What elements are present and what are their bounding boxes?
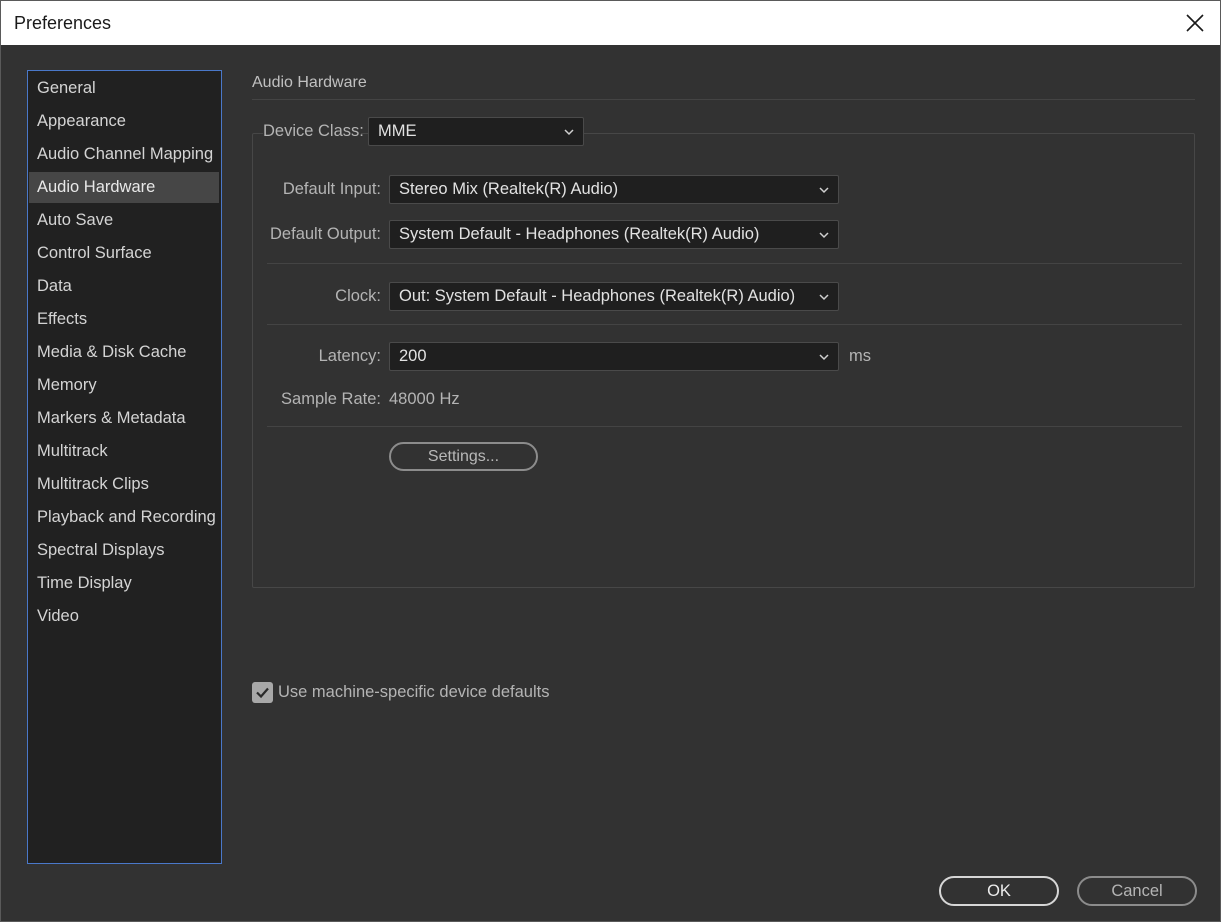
chevron-down-icon <box>819 187 829 194</box>
window-title: Preferences <box>14 13 112 33</box>
chevron-down-icon <box>564 129 574 136</box>
chevron-down-icon <box>819 232 829 239</box>
preferences-window: Preferences General Appearance Audio Cha… <box>0 0 1221 922</box>
device-class-value: MME <box>378 122 417 140</box>
sidebar-item-multitrack-clips[interactable]: Multitrack Clips <box>29 469 219 500</box>
close-button[interactable] <box>1180 9 1210 37</box>
sidebar-item-markers-metadata[interactable]: Markers & Metadata <box>29 403 219 434</box>
sidebar-item-media-disk-cache[interactable]: Media & Disk Cache <box>29 337 219 368</box>
close-icon <box>1186 14 1204 32</box>
sample-rate-label: Sample Rate: <box>281 390 381 408</box>
default-output-value: System Default - Headphones (Realtek(R) … <box>399 225 760 243</box>
latency-label: Latency: <box>318 347 381 365</box>
cancel-button[interactable]: Cancel <box>1077 876 1197 906</box>
sidebar-item-audio-channel-mapping[interactable]: Audio Channel Mapping <box>29 139 219 170</box>
default-input-value: Stereo Mix (Realtek(R) Audio) <box>399 180 619 198</box>
divider <box>267 426 1182 427</box>
sidebar-item-data[interactable]: Data <box>29 271 219 302</box>
default-output-label: Default Output: <box>270 225 381 243</box>
sidebar-item-audio-hardware[interactable]: Audio Hardware <box>29 172 219 203</box>
latency-unit: ms <box>849 347 871 365</box>
latency-dropdown[interactable]: 200 <box>389 342 839 371</box>
divider <box>267 324 1182 325</box>
sidebar-item-appearance[interactable]: Appearance <box>29 106 219 137</box>
sample-rate-value: 48000 Hz <box>389 390 460 408</box>
latency-value: 200 <box>399 347 427 365</box>
sidebar-item-playback-recording[interactable]: Playback and Recording <box>29 502 219 533</box>
sidebar-item-control-surface[interactable]: Control Surface <box>29 238 219 269</box>
default-input-label: Default Input: <box>282 180 381 198</box>
sidebar-item-spectral-displays[interactable]: Spectral Displays <box>29 535 219 566</box>
sidebar-item-video[interactable]: Video <box>29 601 219 632</box>
chevron-down-icon <box>819 294 829 301</box>
machine-defaults-label[interactable]: Use machine-specific device defaults <box>278 683 549 702</box>
device-class-dropdown[interactable]: MME <box>368 117 584 146</box>
sidebar-item-time-display[interactable]: Time Display <box>29 568 219 599</box>
sidebar-item-effects[interactable]: Effects <box>29 304 219 335</box>
sidebar-item-memory[interactable]: Memory <box>29 370 219 401</box>
category-list[interactable]: General Appearance Audio Channel Mapping… <box>27 70 222 864</box>
device-class-label: Device Class: <box>263 122 364 141</box>
default-output-dropdown[interactable]: System Default - Headphones (Realtek(R) … <box>389 220 839 249</box>
ok-button[interactable]: OK <box>939 876 1059 906</box>
divider <box>252 99 1195 100</box>
clock-label: Clock: <box>335 287 381 305</box>
check-icon <box>256 687 269 699</box>
clock-dropdown[interactable]: Out: System Default - Headphones (Realte… <box>389 282 839 311</box>
divider <box>267 263 1182 264</box>
machine-defaults-checkbox[interactable] <box>252 682 273 703</box>
sidebar-item-general[interactable]: General <box>29 73 219 104</box>
title-bar: Preferences <box>1 1 1220 45</box>
sidebar-item-auto-save[interactable]: Auto Save <box>29 205 219 236</box>
default-input-dropdown[interactable]: Stereo Mix (Realtek(R) Audio) <box>389 175 839 204</box>
clock-value: Out: System Default - Headphones (Realte… <box>399 287 796 305</box>
settings-button[interactable]: Settings... <box>389 442 538 471</box>
sidebar-item-multitrack[interactable]: Multitrack <box>29 436 219 467</box>
section-title: Audio Hardware <box>252 74 367 91</box>
chevron-down-icon <box>819 354 829 361</box>
